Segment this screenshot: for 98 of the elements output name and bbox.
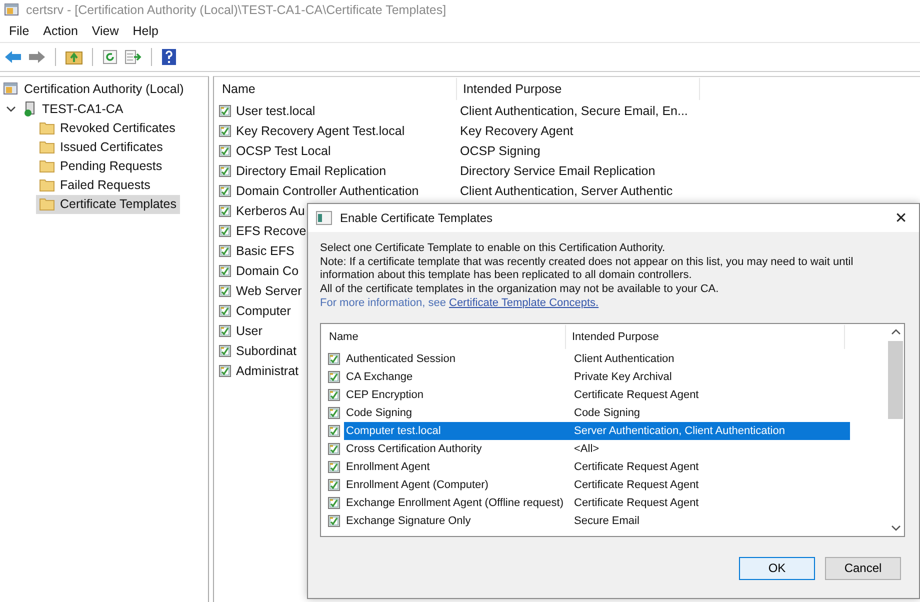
template-row[interactable]: Authenticated Session Client Authentication <box>344 350 850 368</box>
template-name[interactable]: Key Recovery Agent Test.local <box>236 124 405 138</box>
certificate-template-icon <box>218 144 232 158</box>
certificate-template-icon <box>327 460 341 474</box>
tree-item[interactable]: Pending Requests <box>36 156 166 176</box>
export-list-icon[interactable] <box>124 49 142 65</box>
dialog-icon <box>316 211 332 225</box>
template-row[interactable]: Enrollment Agent (Computer) Certificate Request Agent <box>344 476 850 494</box>
console-icon <box>4 2 20 18</box>
instruction-text: Select one Certificate Template to enable on this Certification Authority. <box>320 242 666 256</box>
menu-item[interactable]: Action <box>36 22 85 40</box>
intended-purpose: OCSP Signing <box>460 144 540 158</box>
folder-icon <box>39 140 55 154</box>
console-icon <box>3 80 19 96</box>
scroll-down-icon[interactable] <box>890 524 900 532</box>
certificate-template-icon <box>218 304 232 318</box>
certificate-template-icon <box>218 204 232 218</box>
template-row[interactable]: Exchange Signature Only Secure Email <box>344 512 850 530</box>
dialog-title: Enable Certificate Templates <box>340 211 494 225</box>
template-name[interactable]: Computer <box>236 304 291 318</box>
template-name[interactable]: Web Server <box>236 284 302 298</box>
tree-item[interactable]: Issued Certificates <box>36 138 166 156</box>
template-name[interactable]: Subordinat <box>236 344 296 358</box>
info-text: For more information, see <box>320 297 446 309</box>
scroll-up-icon[interactable] <box>890 328 900 336</box>
certificate-template-icon <box>327 352 341 366</box>
column-header[interactable]: Intended Purpose <box>566 324 845 348</box>
folder-icon <box>39 159 55 173</box>
certificate-template-icon <box>327 388 341 402</box>
template-name[interactable]: Domain Co <box>236 264 299 278</box>
column-header[interactable]: Name <box>321 324 566 348</box>
back-arrow-icon[interactable] <box>4 50 22 64</box>
template-name[interactable]: Basic EFS <box>236 244 294 258</box>
template-row[interactable]: CEP Encryption Certificate Request Agent <box>344 386 850 404</box>
certificate-template-icon <box>327 424 341 438</box>
dialog-button[interactable]: OK <box>739 556 815 580</box>
certificate-template-icon <box>327 514 341 528</box>
column-header[interactable]: Name <box>218 78 457 100</box>
instruction-text: All of the certificate templates in the organization may not be available to your CA. <box>320 282 720 296</box>
help-link[interactable]: Certificate Template Concepts. <box>449 297 599 309</box>
template-row[interactable]: Enrollment Agent Certificate Request Agent <box>344 458 850 476</box>
dialog-button[interactable]: Cancel <box>825 556 901 580</box>
menu-item[interactable]: Help <box>126 22 166 40</box>
certificate-template-icon <box>327 478 341 492</box>
certificate-template-icon <box>218 124 232 138</box>
template-row[interactable]: CA Exchange Private Key Archival <box>344 368 850 386</box>
certificate-template-icon <box>327 370 341 384</box>
certificate-template-icon <box>218 104 232 118</box>
window-title: certsrv - [Certification Authority (Local)\TEST-CA1-CA\Certificate Templates] <box>26 3 446 17</box>
certificate-template-icon <box>327 442 341 456</box>
intended-purpose: Client Authentication, Secure Email, En... <box>460 104 688 118</box>
certificate-template-icon <box>218 324 232 338</box>
template-name[interactable]: Administrat <box>236 364 299 378</box>
folder-icon <box>39 121 55 135</box>
intended-purpose: Client Authentication, Server Authentic <box>460 184 673 198</box>
intended-purpose: Directory Service Email Replication <box>460 164 656 178</box>
close-button[interactable]: ✕ <box>883 204 919 232</box>
certificate-template-icon <box>218 284 232 298</box>
tree-item[interactable]: TEST-CA1-CA <box>20 100 126 118</box>
certificate-template-icon <box>218 224 232 238</box>
template-row[interactable]: Code Signing Code Signing <box>344 404 850 422</box>
server-icon <box>23 101 37 117</box>
scroll-thumb[interactable] <box>888 340 903 418</box>
certificate-template-icon <box>218 344 232 358</box>
certificate-template-icon <box>218 264 232 278</box>
certificate-template-icon <box>218 184 232 198</box>
menu-item[interactable]: View <box>84 22 126 40</box>
certificate-template-icon <box>327 406 341 420</box>
tree-item[interactable]: Failed Requests <box>36 176 154 194</box>
help-icon[interactable] <box>161 48 177 66</box>
template-name[interactable]: Domain Controller Authentication <box>236 184 419 198</box>
template-row[interactable]: Computer test.local Server Authentication, Client Authentication <box>344 422 850 440</box>
menu-item[interactable]: File <box>2 22 36 40</box>
refresh-icon[interactable] <box>102 49 118 65</box>
template-listbox[interactable] <box>320 322 905 536</box>
folder-icon <box>39 197 55 211</box>
template-row[interactable]: Cross Certification Authority <All> <box>344 440 850 458</box>
certificate-template-icon <box>218 364 232 378</box>
certificate-template-icon <box>218 244 232 258</box>
instruction-text: Note: If a certificate template that was recently created does not appear on this list, you may need to wait until information about this template has been replicated to all domain controllers. <box>320 256 854 282</box>
up-folder-icon[interactable] <box>65 49 83 65</box>
tree-item[interactable]: Certification Authority (Local) <box>0 79 187 98</box>
tree-item[interactable]: Revoked Certificates <box>36 118 178 138</box>
folder-icon <box>39 178 55 192</box>
template-name[interactable]: EFS Recove <box>236 224 306 238</box>
certificate-template-icon <box>218 164 232 178</box>
forward-arrow-icon[interactable] <box>28 50 46 64</box>
expand-chevron-icon[interactable] <box>6 104 16 114</box>
template-row[interactable]: Exchange Enrollment Agent (Offline request) Certificate Request Agent <box>344 494 850 512</box>
template-name[interactable]: Kerberos Au <box>236 204 305 218</box>
template-name[interactable]: User <box>236 324 262 338</box>
tree-item[interactable]: Certificate Templates <box>36 194 180 214</box>
template-name[interactable]: OCSP Test Local <box>236 144 331 158</box>
template-name[interactable]: User test.local <box>236 104 316 118</box>
intended-purpose: Key Recovery Agent <box>460 124 574 138</box>
certificate-template-icon <box>327 496 341 510</box>
template-name[interactable]: Directory Email Replication <box>236 164 386 178</box>
column-header[interactable]: Intended Purpose <box>457 78 700 100</box>
